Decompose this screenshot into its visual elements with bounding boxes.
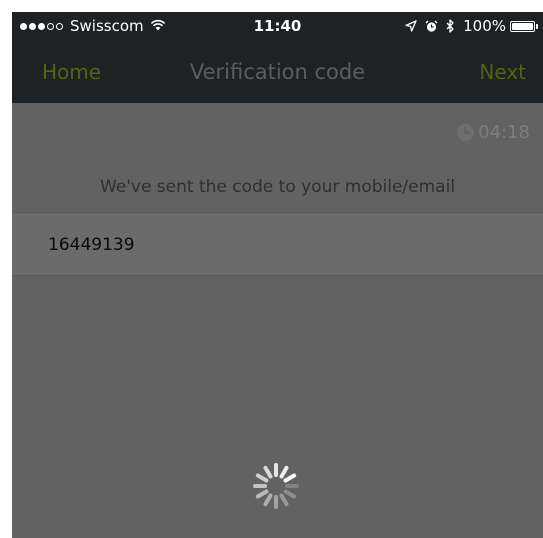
status-bar: Swisscom 11:40 100%	[12, 12, 543, 40]
spinner-spoke	[263, 493, 273, 507]
clock-icon	[457, 124, 475, 141]
spinner-spoke	[255, 473, 269, 483]
code-field-row	[12, 214, 543, 276]
location-arrow-icon	[405, 20, 417, 32]
page-title: Verification code	[189, 60, 366, 84]
spinner-spoke	[263, 465, 273, 479]
spinner-spoke	[279, 493, 289, 507]
spinner-spoke	[279, 465, 289, 479]
navigation-bar: Home Verification code Next	[12, 40, 543, 103]
next-button[interactable]: Next	[479, 60, 526, 84]
alarm-icon	[425, 20, 438, 33]
spinner-spoke	[283, 489, 297, 499]
bluetooth-icon	[446, 19, 455, 33]
app-screen: Swisscom 11:40 100% Home Verification co…	[12, 12, 543, 538]
spinner-spoke	[255, 489, 269, 499]
verification-code-input[interactable]	[48, 231, 508, 259]
battery-percentage: 100%	[463, 17, 506, 35]
battery-icon	[510, 20, 538, 32]
timer-value: 04:18	[478, 122, 530, 143]
spinner-spoke	[283, 473, 297, 483]
status-right: 100%	[397, 17, 538, 35]
loading-spinner-icon	[253, 463, 299, 509]
code-sent-message: We've sent the code to your mobile/email	[99, 177, 456, 197]
countdown-timer: 04:18	[456, 122, 530, 143]
